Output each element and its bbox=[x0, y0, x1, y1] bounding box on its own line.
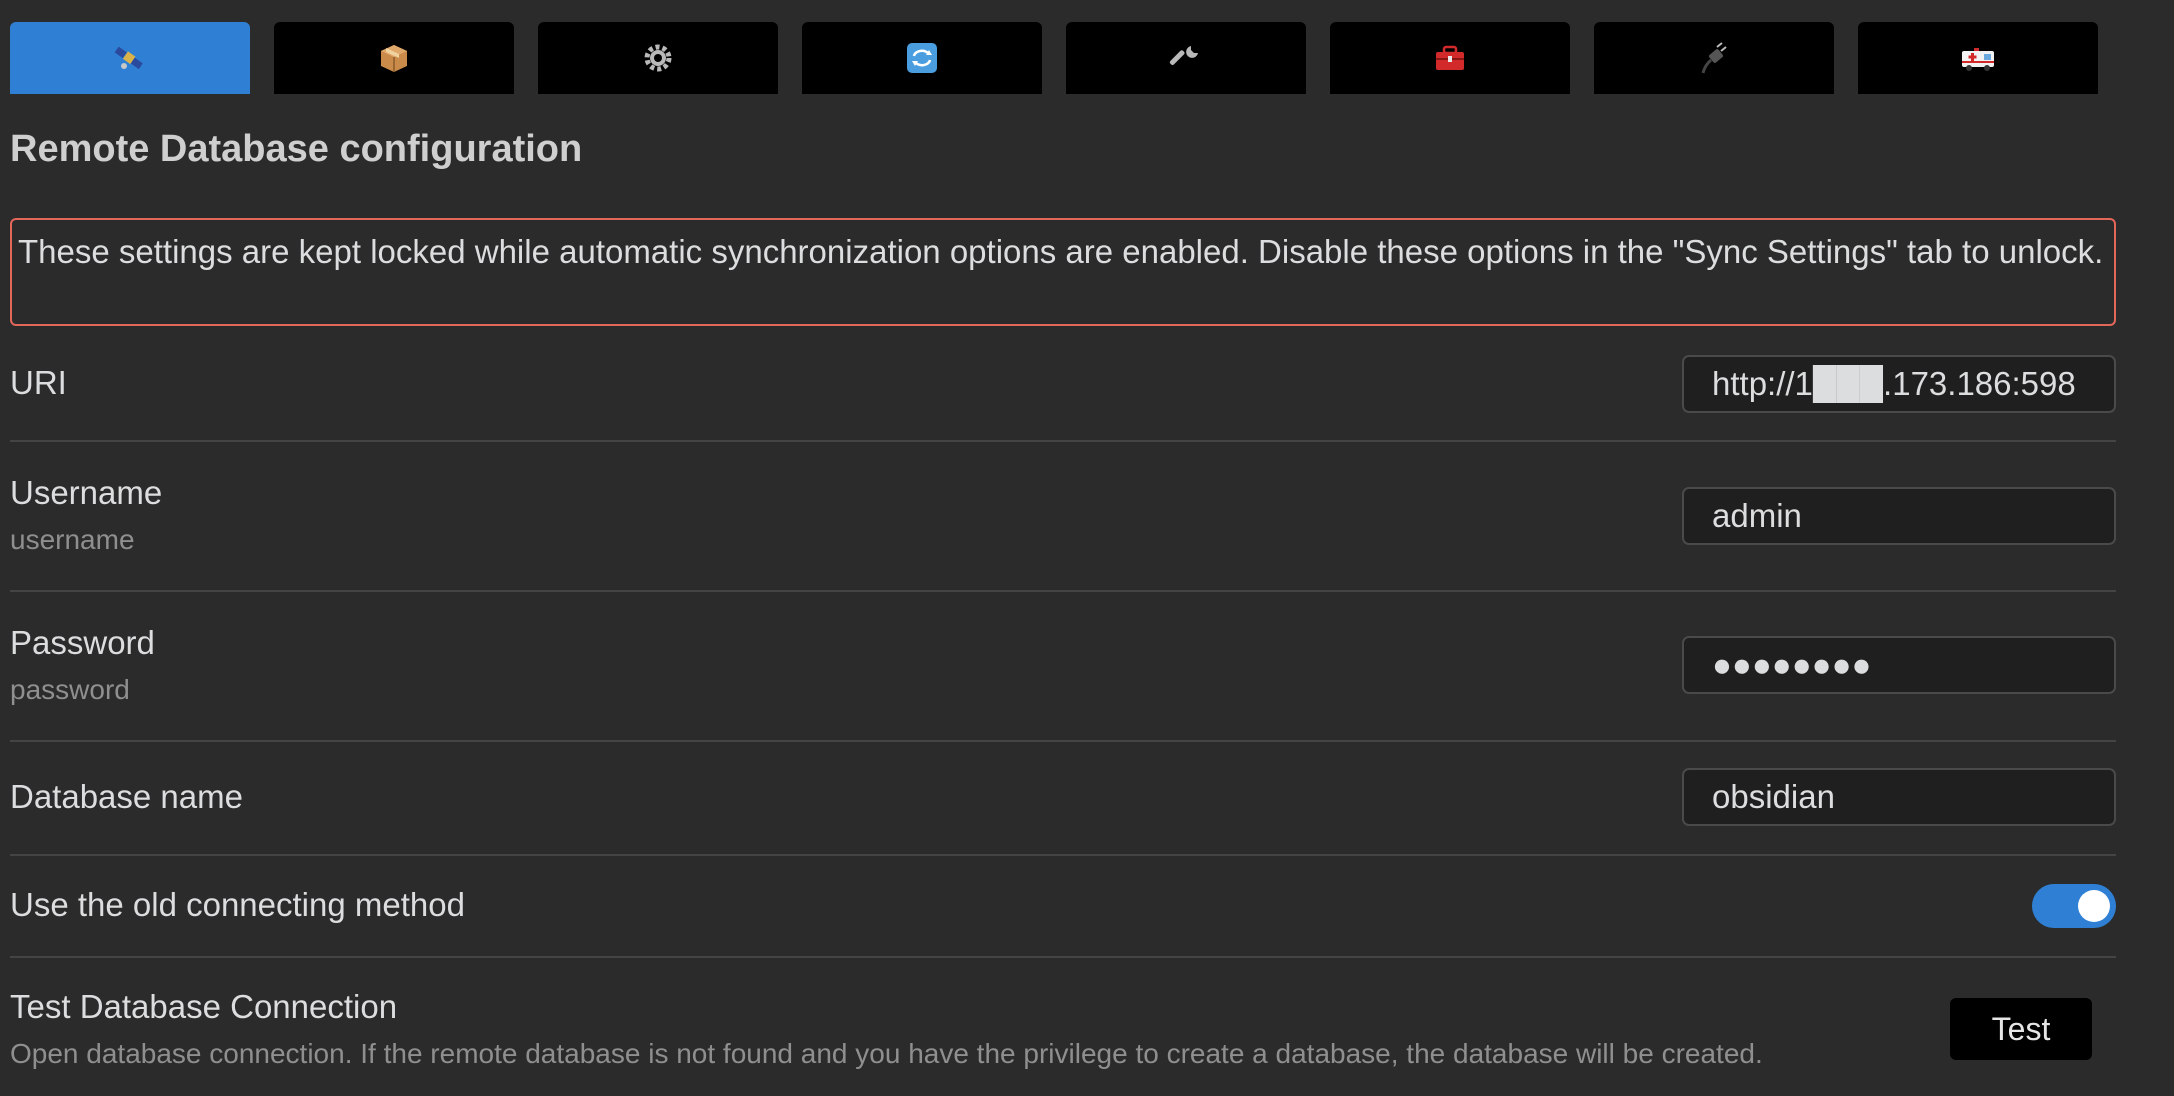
tab-package[interactable] bbox=[274, 22, 514, 94]
test-connection-row: Test Database Connection Open database c… bbox=[10, 958, 2116, 1096]
settings-tab-bar bbox=[10, 22, 2098, 94]
old-connecting-method-label: Use the old connecting method bbox=[10, 886, 465, 923]
database-name-input[interactable] bbox=[1682, 768, 2116, 826]
satellite-icon bbox=[113, 41, 147, 75]
toggle-knob bbox=[2078, 890, 2110, 922]
tab-sync-settings[interactable] bbox=[802, 22, 1042, 94]
username-label: Username bbox=[10, 474, 163, 511]
test-button[interactable]: Test bbox=[1950, 998, 2092, 1060]
uri-input[interactable] bbox=[1682, 355, 2116, 413]
tab-troubleshooting[interactable] bbox=[1858, 22, 2098, 94]
test-connection-description: Open database connection. If the remote … bbox=[10, 1038, 1763, 1069]
toolbox-icon bbox=[1433, 41, 1467, 75]
uri-label: URI bbox=[10, 364, 67, 401]
ambulance-icon bbox=[1960, 41, 1996, 75]
uri-setting-row: URI bbox=[10, 330, 2116, 442]
username-description: username bbox=[10, 524, 135, 555]
page-title: Remote Database configuration bbox=[10, 128, 583, 170]
database-name-label: Database name bbox=[10, 778, 243, 815]
password-description: password bbox=[10, 674, 130, 705]
sync-icon bbox=[905, 41, 939, 75]
old-connecting-method-toggle[interactable] bbox=[2032, 884, 2116, 928]
old-connecting-method-row: Use the old connecting method bbox=[10, 856, 2116, 958]
password-label: Password bbox=[10, 624, 155, 661]
tab-tools[interactable] bbox=[1066, 22, 1306, 94]
password-setting-row: Password password bbox=[10, 592, 2116, 742]
wrench-icon bbox=[1169, 41, 1203, 75]
plug-icon bbox=[1697, 41, 1731, 75]
tab-plugins[interactable] bbox=[1594, 22, 1834, 94]
locked-warning-notice: These settings are kept locked while aut… bbox=[10, 218, 2116, 326]
username-input[interactable] bbox=[1682, 487, 2116, 545]
tab-maintenance[interactable] bbox=[1330, 22, 1570, 94]
settings-page: Remote Database configuration These sett… bbox=[0, 0, 2174, 1096]
tab-general-settings[interactable] bbox=[538, 22, 778, 94]
password-input[interactable] bbox=[1682, 636, 2116, 694]
package-icon bbox=[377, 41, 411, 75]
tab-remote-database[interactable] bbox=[10, 22, 250, 94]
database-name-setting-row: Database name bbox=[10, 742, 2116, 856]
username-setting-row: Username username bbox=[10, 442, 2116, 592]
gear-icon bbox=[641, 41, 675, 75]
test-connection-label: Test Database Connection bbox=[10, 988, 398, 1025]
